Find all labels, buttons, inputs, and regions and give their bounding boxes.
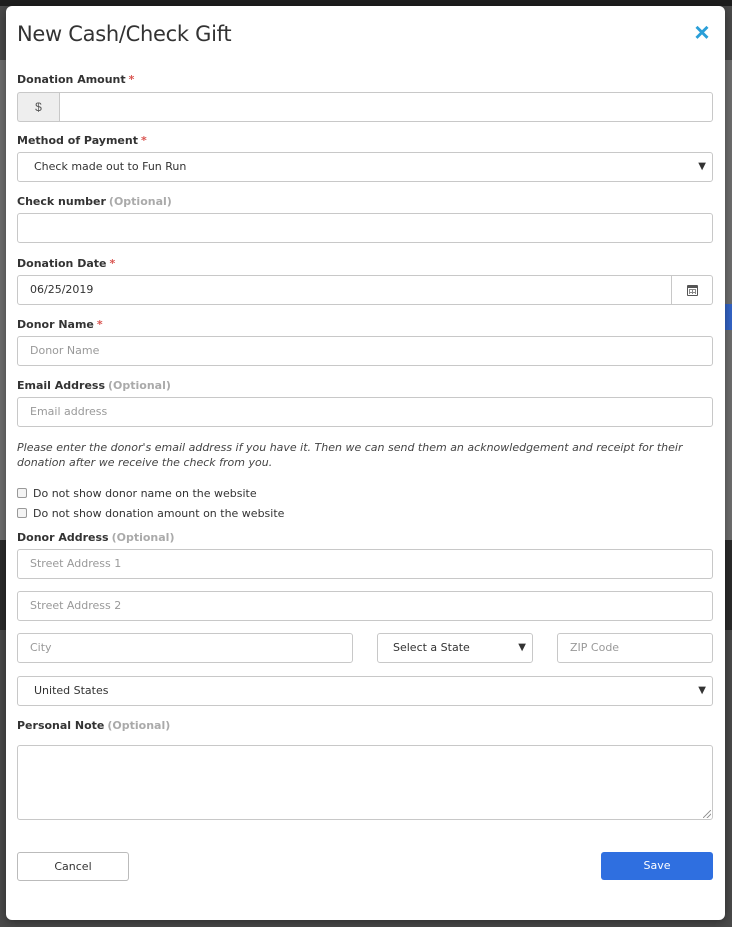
donor-name-input[interactable]: Donor Name [17, 336, 713, 366]
resize-handle[interactable] [703, 810, 711, 818]
donation-date-input[interactable]: 06/25/2019 [17, 275, 672, 305]
state-select-value: Select a State [393, 641, 470, 654]
zip-input[interactable]: ZIP Code [557, 633, 713, 663]
dollar-addon: $ [17, 92, 59, 122]
street1-input[interactable]: Street Address 1 [17, 549, 713, 579]
city-input[interactable]: City [17, 633, 353, 663]
personal-note-label: Personal Note (Optional) [17, 719, 171, 732]
payment-method-label: Method of Payment * [17, 134, 147, 147]
cancel-button[interactable]: Cancel [17, 852, 129, 881]
payment-method-select[interactable]: Check made out to Fun Run ▼ [17, 152, 713, 182]
donor-name-label: Donor Name * [17, 318, 103, 331]
donor-address-label: Donor Address (Optional) [17, 531, 175, 544]
chevron-down-icon: ▼ [698, 161, 706, 172]
hide-name-checkbox[interactable] [17, 488, 27, 498]
new-gift-modal: New Cash/Check Gift × Donation Amount * $… [6, 6, 725, 920]
hide-name-option[interactable]: Do not show donor name on the website [17, 487, 257, 500]
donation-date-label: Donation Date * [17, 257, 116, 270]
check-number-input[interactable] [17, 213, 713, 243]
chevron-down-icon: ▼ [518, 642, 526, 653]
close-icon[interactable]: × [692, 19, 712, 45]
country-select-value: United States [34, 684, 109, 697]
check-number-label: Check number (Optional) [17, 195, 172, 208]
street2-input[interactable]: Street Address 2 [17, 591, 713, 621]
save-button[interactable]: Save [601, 852, 713, 880]
donation-amount-label: Donation Amount * [17, 73, 135, 86]
email-input[interactable]: Email address [17, 397, 713, 427]
modal-title: New Cash/Check Gift [17, 22, 232, 46]
calendar-icon [687, 285, 698, 296]
hide-amount-checkbox[interactable] [17, 508, 27, 518]
hide-name-label: Do not show donor name on the website [33, 487, 257, 500]
donation-amount-input[interactable] [59, 92, 713, 122]
state-select[interactable]: Select a State ▼ [377, 633, 533, 663]
personal-note-textarea[interactable] [17, 745, 713, 820]
email-help-text: Please enter the donor's email address i… [17, 441, 683, 469]
calendar-button[interactable] [671, 275, 713, 305]
chevron-down-icon: ▼ [698, 685, 706, 696]
hide-amount-option[interactable]: Do not show donation amount on the websi… [17, 507, 284, 520]
email-label: Email Address (Optional) [17, 379, 171, 392]
payment-method-value: Check made out to Fun Run [34, 160, 187, 173]
hide-amount-label: Do not show donation amount on the websi… [33, 507, 285, 520]
country-select[interactable]: United States ▼ [17, 676, 713, 706]
